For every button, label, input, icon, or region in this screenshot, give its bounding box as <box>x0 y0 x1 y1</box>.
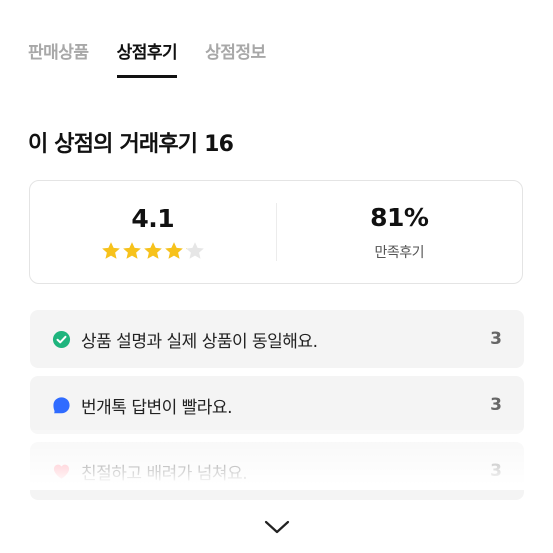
check-circle-icon <box>52 330 71 348</box>
star-icon <box>185 241 205 261</box>
star-icon <box>101 241 121 261</box>
review-tag-count: 3 <box>490 461 502 481</box>
page-title: 이 상점의 거래후기 16 <box>28 132 234 157</box>
tab-reviews[interactable]: 상점후기 <box>116 38 178 78</box>
rating-column: 4.1 <box>30 181 276 283</box>
star-icon <box>143 241 163 261</box>
tab-shop-info[interactable]: 상점정보 <box>205 38 266 78</box>
review-tag-item[interactable]: 상품 설명과 실제 상품이 동일해요. 3 <box>30 310 524 368</box>
review-tag-item[interactable]: 번개톡 답변이 빨라요. 3 <box>30 376 524 434</box>
satisfaction-label: 만족후기 <box>374 244 425 261</box>
review-tag-text: 번개톡 답변이 빨라요. <box>81 397 232 418</box>
chat-bubble-icon <box>53 396 70 413</box>
tab-products[interactable]: 판매상품 <box>28 38 89 78</box>
tab-bar: 판매상품 상점후기 상점정보 <box>28 38 266 78</box>
rating-value: 4.1 <box>131 203 175 233</box>
review-tag-text: 상품 설명과 실제 상품이 동일해요. <box>81 331 318 352</box>
heart-icon <box>53 464 70 479</box>
star-rating <box>101 241 205 261</box>
chevron-down-icon[interactable] <box>262 517 292 537</box>
rating-summary-card: 4.1 81% 만족후기 <box>29 180 523 284</box>
review-tag-item[interactable]: 친절하고 배려가 넘쳐요. 3 <box>30 442 524 500</box>
review-tag-text: 친절하고 배려가 넘쳐요. <box>81 463 248 484</box>
review-tag-count: 3 <box>490 395 502 415</box>
satisfaction-value: 81% <box>370 202 429 232</box>
review-tag-count: 3 <box>490 329 502 349</box>
star-icon <box>122 241 142 261</box>
star-icon <box>164 241 184 261</box>
satisfaction-column: 81% 만족후기 <box>277 181 523 283</box>
